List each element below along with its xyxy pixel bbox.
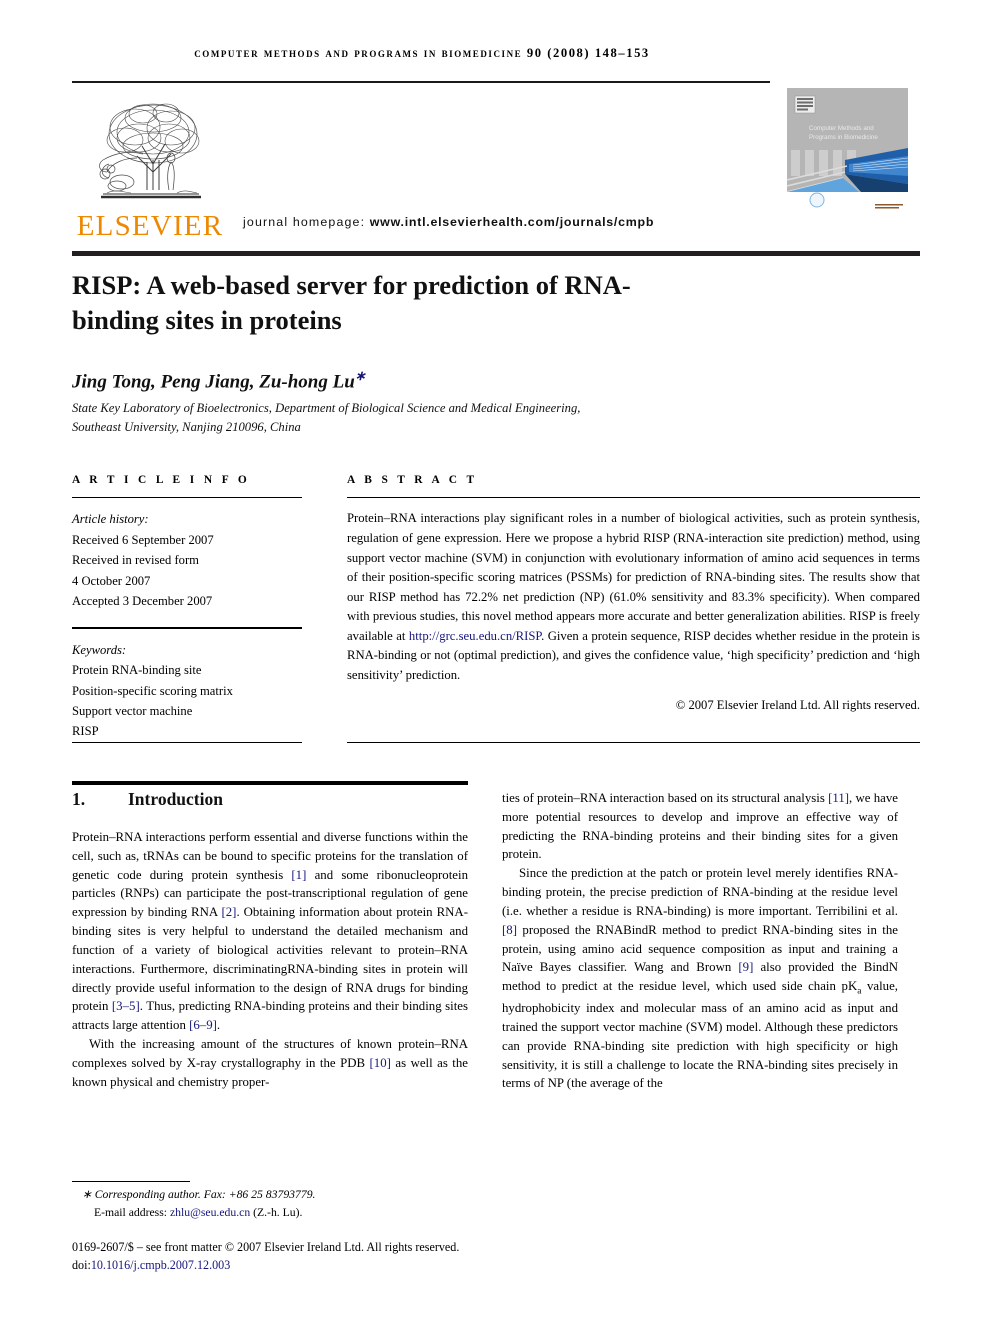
citation-ref[interactable]: [10] <box>370 1056 391 1070</box>
abstract-part-1: Protein–RNA interactions play significan… <box>347 511 920 643</box>
citation-ref[interactable]: [11] <box>828 791 849 805</box>
journal-homepage-url[interactable]: www.intl.elsevierhealth.com/journals/cmp… <box>370 215 654 229</box>
introduction-section-rule <box>72 781 468 785</box>
journal-homepage-line: journal homepage: www.intl.elsevierhealt… <box>243 215 654 229</box>
email-label: E-mail address: <box>94 1205 168 1219</box>
keyword-item: Support vector machine <box>72 703 193 718</box>
introduction-heading: 1. Introduction <box>72 789 472 810</box>
article-info-bottom-rule <box>72 742 302 744</box>
article-history-item: Received 6 September 2007 <box>72 532 214 547</box>
author-names: Jing Tong, Peng Jiang, Zu-hong Lu <box>72 371 355 393</box>
corresponding-author-marker: ∗ <box>354 368 366 383</box>
doi-line: doi:10.1016/j.cmpb.2007.12.003 <box>72 1256 542 1274</box>
text-run: . Obtaining information about protein RN… <box>72 905 468 1014</box>
body-column-left: Protein–RNA interactions perform essenti… <box>72 828 468 1091</box>
citation-ref[interactable]: [9] <box>738 960 753 974</box>
svg-text:Programs in Biomedicine: Programs in Biomedicine <box>809 134 878 141</box>
footnote-rule <box>72 1181 190 1183</box>
citation-ref[interactable]: [6–9] <box>189 1018 217 1032</box>
email-note: E-mail address: zhlu@seu.edu.cn (Z.-h. L… <box>72 1204 502 1222</box>
introduction-title: Introduction <box>128 789 223 809</box>
page-title: RISP: A web-based server for prediction … <box>72 270 631 335</box>
masthead-bottom-rule <box>72 251 920 256</box>
text-run: . <box>216 1018 221 1033</box>
keywords-rule <box>72 627 302 629</box>
issn-copyright-line: 0169-2607/$ – see front matter © 2007 El… <box>72 1240 460 1254</box>
paragraph: Protein–RNA interactions perform essenti… <box>72 828 468 1035</box>
keywords-label: Keywords: <box>72 642 127 657</box>
doi-label: doi: <box>72 1258 91 1273</box>
paragraph: ties of protein–RNA interaction based on… <box>502 789 898 864</box>
abstract-rule <box>347 497 920 499</box>
body-column-right: ties of protein–RNA interaction based on… <box>502 789 898 1093</box>
email-link[interactable]: zhlu@seu.edu.cn <box>170 1206 250 1219</box>
article-history-item: 4 October 2007 <box>72 573 151 588</box>
keyword-item: Protein RNA-binding site <box>72 663 202 678</box>
citation-ref[interactable]: [1] <box>291 868 306 882</box>
abstract-bottom-rule <box>347 742 920 744</box>
keyword-item: RISP <box>72 724 99 739</box>
email-owner: (Z.-h. Lu). <box>253 1205 303 1219</box>
abstract-column: A B S T R A C T Protein–RNA interactions… <box>347 474 920 713</box>
journal-homepage-label: journal homepage: <box>243 215 366 229</box>
journal-cover-thumbnail: Computer Methods and Programs in Biomedi… <box>787 88 908 214</box>
journal-running-head: computer methods and programs in biomedi… <box>194 46 650 60</box>
article-history-item: Accepted 3 December 2007 <box>72 593 213 608</box>
footnote-block: ∗ Corresponding author. Fax: +86 25 8379… <box>72 1186 502 1222</box>
corresponding-author-text: Corresponding author. Fax: +86 25 837937… <box>94 1188 316 1201</box>
abstract-text: Protein–RNA interactions play significan… <box>347 509 920 685</box>
citation-ref[interactable]: [8] <box>502 923 517 937</box>
author-list: Jing Tong, Peng Jiang, Zu-hong Lu∗ <box>72 368 772 393</box>
citation-ref[interactable]: [2] <box>221 905 236 919</box>
paragraph: Since the prediction at the patch or pro… <box>502 864 898 1093</box>
elsevier-logo: ELSEVIER <box>72 92 228 244</box>
abstract-copyright: © 2007 Elsevier Ireland Ltd. All rights … <box>675 698 920 713</box>
masthead-top-rule <box>72 81 770 84</box>
affiliation-line-2: Southeast University, Nanjing 210096, Ch… <box>72 420 301 435</box>
article-info-heading: A R T I C L E I N F O <box>72 474 251 486</box>
citation-ref[interactable]: [3–5] <box>112 999 140 1013</box>
paragraph: With the increasing amount of the struct… <box>72 1035 468 1091</box>
risp-server-link[interactable]: http://grc.seu.edu.cn/RISP <box>409 629 541 643</box>
journal-cover-art: Computer Methods and Programs in Biomedi… <box>787 88 908 214</box>
article-info-rule <box>72 497 302 499</box>
corresponding-author-note: ∗ Corresponding author. Fax: +86 25 8379… <box>72 1186 502 1204</box>
article-history-label: Article history: <box>72 512 149 527</box>
doi-value[interactable]: 10.1016/j.cmpb.2007.12.003 <box>91 1258 230 1272</box>
text-run: ties of protein–RNA interaction based on… <box>502 791 829 805</box>
elsevier-wordmark: ELSEVIER <box>76 210 224 242</box>
text-run: value, hydrophobicity index and molecula… <box>502 979 898 1091</box>
article-history-item: Received in revised form <box>72 553 199 568</box>
elsevier-tree-icon <box>99 103 201 199</box>
svg-text:Computer Methods and: Computer Methods and <box>809 125 874 132</box>
journal-masthead: computer methods and programs in biomedi… <box>72 46 920 61</box>
abstract-heading: A B S T R A C T <box>347 474 478 486</box>
affiliation: State Key Laboratory of Bioelectronics, … <box>72 399 772 437</box>
affiliation-line-1: State Key Laboratory of Bioelectronics, … <box>72 401 581 415</box>
corresponding-author-star: ∗ <box>82 1188 92 1201</box>
keyword-item: Position-specific scoring matrix <box>72 683 233 698</box>
copyright-block: 0169-2607/$ – see front matter © 2007 El… <box>72 1238 542 1274</box>
introduction-number: 1. <box>72 789 86 809</box>
article-info-column: A R T I C L E I N F O Article history: R… <box>72 474 302 742</box>
paper-page: computer methods and programs in biomedi… <box>0 0 992 1323</box>
text-run: Since the prediction at the patch or pro… <box>502 866 898 918</box>
